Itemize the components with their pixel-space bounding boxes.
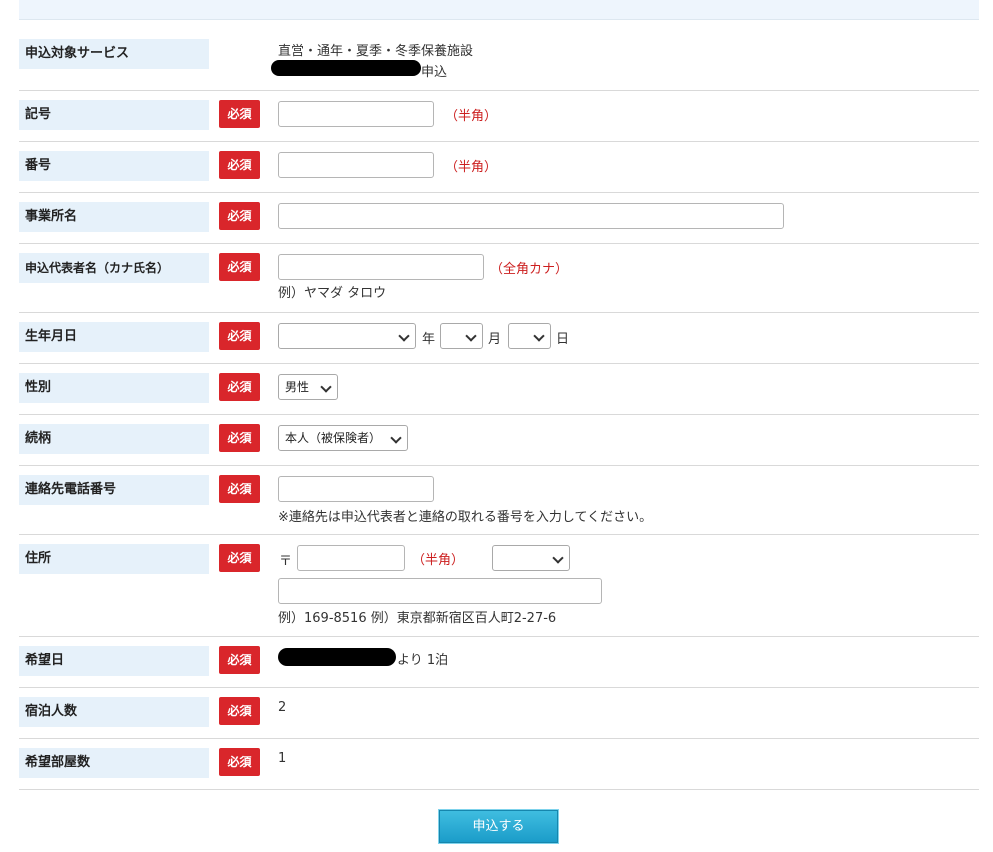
required-badge: 必須 [219,322,260,350]
phone-input[interactable] [278,476,434,502]
kigou-note: （半角） [445,109,498,124]
kigou-input[interactable] [278,101,434,127]
row-kigou: 記号 必須 （半角） [19,91,979,142]
required-badge: 必須 [219,202,260,230]
row-desired-date: 希望日 必須 より 1泊 [19,637,979,688]
address-input[interactable] [278,578,602,604]
row-office: 事業所名 必須 [19,193,979,244]
row-rooms: 希望部屋数 必須 1 [19,739,979,790]
label-guests: 宿泊人数 [19,697,209,727]
desired-date-suffix: より 1泊 [397,653,449,668]
label-birth: 生年月日 [19,322,209,352]
postal-note: （半角） [412,553,465,568]
required-badge: 必須 [219,253,260,281]
redacted-date [278,648,396,666]
prefecture-select[interactable] [492,545,570,571]
row-birth: 生年月日 必須 年 月 日 [19,313,979,364]
birth-month-select[interactable] [440,323,483,349]
label-phone: 連絡先電話番号 [19,475,209,505]
label-relation: 続柄 [19,424,209,454]
label-gender: 性別 [19,373,209,403]
rep-name-example: 例）ヤマダ タロウ [278,286,387,301]
year-unit: 年 [422,332,436,347]
gender-select[interactable]: 男性 [278,374,338,400]
service-name: 直営・通年・夏季・冬季保養施設 [278,44,474,59]
redacted-service-period [271,60,421,76]
bangou-note: （半角） [445,160,498,175]
gender-selected: 男性 [285,380,310,394]
row-address: 住所 必須 〒 （半角） 例）169-8516 例）東京都新宿区百人町2-27-… [19,535,979,637]
label-rooms: 希望部屋数 [19,748,209,778]
service-apply-suffix: 申込 [421,65,448,80]
chevron-down-icon [390,432,402,444]
required-badge: 必須 [219,697,260,725]
row-rep-name: 申込代表者名（カナ氏名） 必須 （全角カナ） 例）ヤマダ タロウ [19,244,979,313]
label-service: 申込対象サービス [19,39,209,69]
rep-name-input[interactable] [278,254,484,280]
row-relation: 続柄 必須 本人（被保険者） [19,415,979,466]
required-badge: 必須 [219,100,260,128]
bangou-input[interactable] [278,152,434,178]
chevron-down-icon [465,330,477,342]
required-badge: 必須 [219,151,260,179]
chevron-down-icon [320,381,332,393]
label-rep-name: 申込代表者名（カナ氏名） [19,253,209,283]
postal-code-input[interactable] [297,545,405,571]
day-unit: 日 [556,332,570,347]
label-kigou: 記号 [19,100,209,130]
row-service: 申込対象サービス 直営・通年・夏季・冬季保養施設 申込 [19,30,979,91]
required-badge: 必須 [219,424,260,452]
phone-note: ※連絡先は申込代表者と連絡の取れる番号を入力してください。 [278,510,653,525]
chevron-down-icon [552,552,564,564]
birth-day-select[interactable] [508,323,551,349]
row-bangou: 番号 必須 （半角） [19,142,979,193]
birth-year-select[interactable] [278,323,416,349]
required-badge: 必須 [219,475,260,503]
guests-value: 2 [278,700,287,715]
label-office: 事業所名 [19,202,209,232]
label-desired-date: 希望日 [19,646,209,676]
chevron-down-icon [398,330,410,342]
chevron-down-icon [533,330,545,342]
month-unit: 月 [488,332,502,347]
required-badge: 必須 [219,544,260,572]
relation-selected: 本人（被保険者） [285,431,382,445]
row-phone: 連絡先電話番号 必須 ※連絡先は申込代表者と連絡の取れる番号を入力してください。 [19,466,979,535]
required-badge: 必須 [219,373,260,401]
relation-select[interactable]: 本人（被保険者） [278,425,408,451]
header-band [19,0,979,20]
postal-mark: 〒 [279,554,293,569]
required-badge: 必須 [219,748,260,776]
row-gender: 性別 必須 男性 [19,364,979,415]
office-input[interactable] [278,203,784,229]
address-example: 例）169-8516 例）東京都新宿区百人町2-27-6 [278,611,557,626]
label-bangou: 番号 [19,151,209,181]
rep-name-note: （全角カナ） [490,262,569,277]
row-guests: 宿泊人数 必須 2 [19,688,979,739]
required-badge: 必須 [219,646,260,674]
label-address: 住所 [19,544,209,574]
submit-button[interactable]: 申込する [438,809,559,844]
rooms-value: 1 [278,751,287,766]
